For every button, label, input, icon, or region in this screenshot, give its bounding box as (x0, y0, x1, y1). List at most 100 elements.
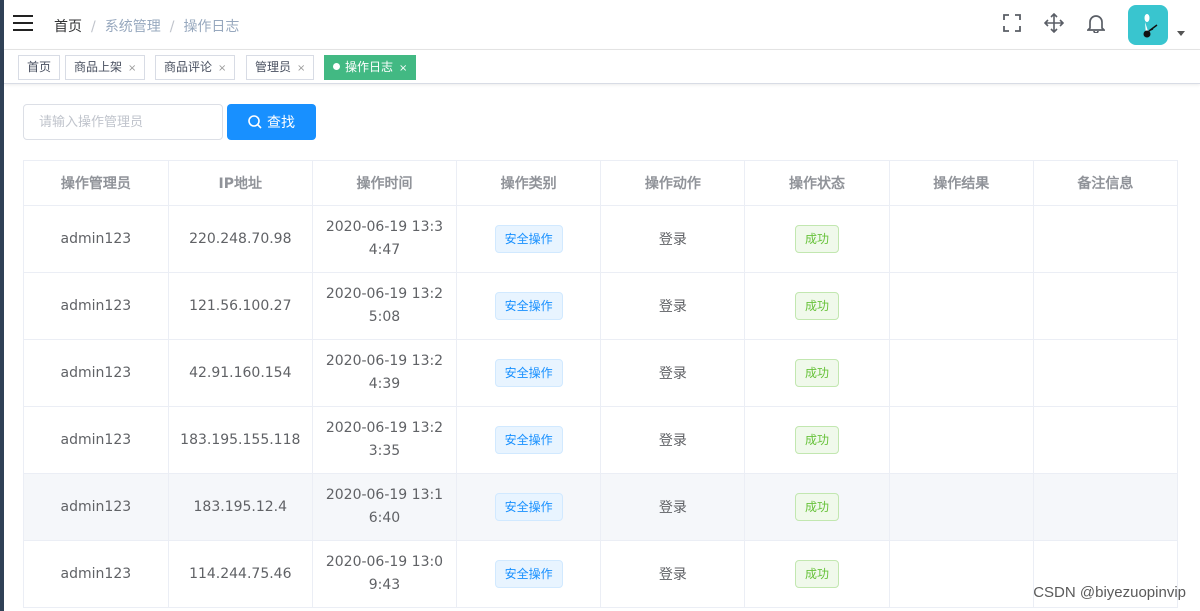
cell-time: 2020-06-19 13:34:47 (312, 205, 458, 273)
status-badge: 成功 (795, 224, 840, 253)
close-icon[interactable]: × (399, 63, 407, 74)
cell-category: 安全操作 (456, 339, 602, 407)
cell-time: 2020-06-19 13:24:39 (312, 339, 458, 407)
cell-ip: 183.195.12.4 (168, 473, 313, 541)
cell-remark (1033, 205, 1179, 273)
search-button[interactable]: 查找 (227, 104, 316, 140)
tag-label: 管理员 (255, 60, 292, 74)
close-icon[interactable]: × (218, 63, 226, 74)
cell-action: 登录 (600, 406, 746, 474)
hamburger-menu-icon[interactable] (13, 15, 33, 33)
watermark: CSDN @biyezuopinvip (1033, 584, 1186, 601)
cell-action: 登录 (600, 272, 746, 340)
column-header[interactable]: 操作状态 (744, 161, 890, 206)
log-table: 操作管理员 IP地址 操作时间 操作类别 操作动作 操作状态 操作结果 备注信息… (23, 160, 1179, 608)
breadcrumb-separator: / (169, 19, 175, 35)
cell-ip: 42.91.160.154 (168, 339, 313, 407)
cell-ip: 121.56.100.27 (168, 272, 313, 340)
status-badge: 成功 (795, 559, 840, 588)
cell-status: 成功 (744, 540, 890, 608)
tag-product-shelf[interactable]: 商品上架 × (65, 55, 146, 80)
table-header-row: 操作管理员 IP地址 操作时间 操作类别 操作动作 操作状态 操作结果 备注信息 (24, 161, 1179, 206)
avatar[interactable] (1128, 5, 1168, 45)
column-header[interactable]: 操作类别 (456, 161, 602, 206)
tag-product-review[interactable]: 商品评论 × (155, 55, 236, 80)
tag-label: 首页 (27, 60, 52, 74)
status-badge: 成功 (795, 425, 840, 454)
column-header[interactable]: 操作动作 (600, 161, 746, 206)
breadcrumb: 首页 / 系统管理 / 操作日志 (54, 16, 239, 36)
close-icon[interactable]: × (128, 63, 136, 74)
cell-status: 成功 (744, 272, 890, 340)
bell-icon[interactable] (1086, 13, 1106, 33)
cell-result (889, 205, 1034, 273)
cell-action: 登录 (600, 339, 746, 407)
tag-operation-log[interactable]: 操作日志 × (324, 55, 417, 80)
cell-category: 安全操作 (456, 406, 602, 474)
cell-category: 安全操作 (456, 540, 602, 608)
column-header[interactable]: 操作管理员 (24, 161, 169, 206)
tag-label: 商品评论 (164, 60, 213, 74)
cell-admin: admin123 (24, 406, 169, 474)
status-badge: 成功 (795, 492, 840, 521)
table-row[interactable]: admin123 121.56.100.27 2020-06-19 13:25:08… (24, 272, 1179, 340)
column-header[interactable]: 操作结果 (889, 161, 1034, 206)
cell-time: 2020-06-19 13:16:40 (312, 473, 458, 541)
table-row[interactable]: admin123 114.244.75.46 2020-06-19 13:09:43… (24, 540, 1179, 608)
cell-status: 成功 (744, 473, 890, 541)
column-header[interactable]: 备注信息 (1033, 161, 1179, 206)
cell-status: 成功 (744, 205, 890, 273)
table-row[interactable]: admin123 42.91.160.154 2020-06-19 13:24:39… (24, 339, 1179, 407)
category-badge: 安全操作 (494, 358, 563, 387)
search-input[interactable] (23, 104, 223, 140)
cell-time: 2020-06-19 13:25:08 (312, 272, 458, 340)
cell-action: 登录 (600, 473, 746, 541)
cell-category: 安全操作 (456, 473, 602, 541)
cell-action: 登录 (600, 205, 746, 273)
cell-status: 成功 (744, 406, 890, 474)
cell-time: 2020-06-19 13:09:43 (312, 540, 458, 608)
cell-time: 2020-06-19 13:23:35 (312, 406, 458, 474)
cell-ip: 220.248.70.98 (168, 205, 313, 273)
category-badge: 安全操作 (494, 425, 563, 454)
breadcrumb-separator: / (91, 19, 96, 35)
cell-status: 成功 (744, 339, 890, 407)
column-header[interactable]: 操作时间 (312, 161, 458, 206)
category-badge: 安全操作 (494, 291, 563, 320)
sidebar-edge (0, 0, 4, 611)
category-badge: 安全操作 (494, 559, 563, 588)
tag-admin[interactable]: 管理员 × (246, 55, 315, 80)
cell-result (889, 272, 1034, 340)
close-icon[interactable]: × (297, 63, 305, 74)
chevron-down-icon[interactable] (1177, 31, 1185, 36)
cell-category: 安全操作 (456, 272, 602, 340)
cell-action: 登录 (600, 540, 746, 608)
cell-remark (1033, 339, 1179, 407)
search-button-label: 查找 (267, 115, 295, 131)
tag-label: 操作日志 (345, 60, 394, 74)
cell-admin: admin123 (24, 339, 169, 407)
active-dot-icon (333, 63, 340, 70)
cell-admin: admin123 (24, 272, 169, 340)
tag-home[interactable]: 首页 (18, 55, 61, 80)
cell-ip: 114.244.75.46 (168, 540, 313, 608)
category-badge: 安全操作 (494, 492, 563, 521)
cell-result (889, 406, 1034, 474)
navbar: 首页 / 系统管理 / 操作日志 (4, 0, 1200, 50)
cell-admin: admin123 (24, 205, 169, 273)
breadcrumb-home[interactable]: 首页 (54, 19, 82, 35)
table-row[interactable]: admin123 220.248.70.98 2020-06-19 13:34:47… (24, 205, 1179, 273)
cell-remark (1033, 473, 1179, 541)
column-header[interactable]: IP地址 (168, 161, 313, 206)
size-icon[interactable] (1044, 13, 1064, 33)
breadcrumb-current: 操作日志 (183, 19, 240, 35)
fullscreen-icon[interactable] (1002, 13, 1022, 33)
cell-ip: 183.195.155.118 (168, 406, 313, 474)
breadcrumb-system[interactable]: 系统管理 (105, 19, 161, 35)
cell-result (889, 339, 1034, 407)
cell-result (889, 473, 1034, 541)
category-badge: 安全操作 (494, 224, 563, 253)
table-row[interactable]: admin123 183.195.12.4 2020-06-19 13:16:40 安… (24, 473, 1179, 541)
cell-admin: admin123 (24, 540, 169, 608)
table-row[interactable]: admin123 183.195.155.118 2020-06-19 13:23:… (24, 406, 1179, 474)
